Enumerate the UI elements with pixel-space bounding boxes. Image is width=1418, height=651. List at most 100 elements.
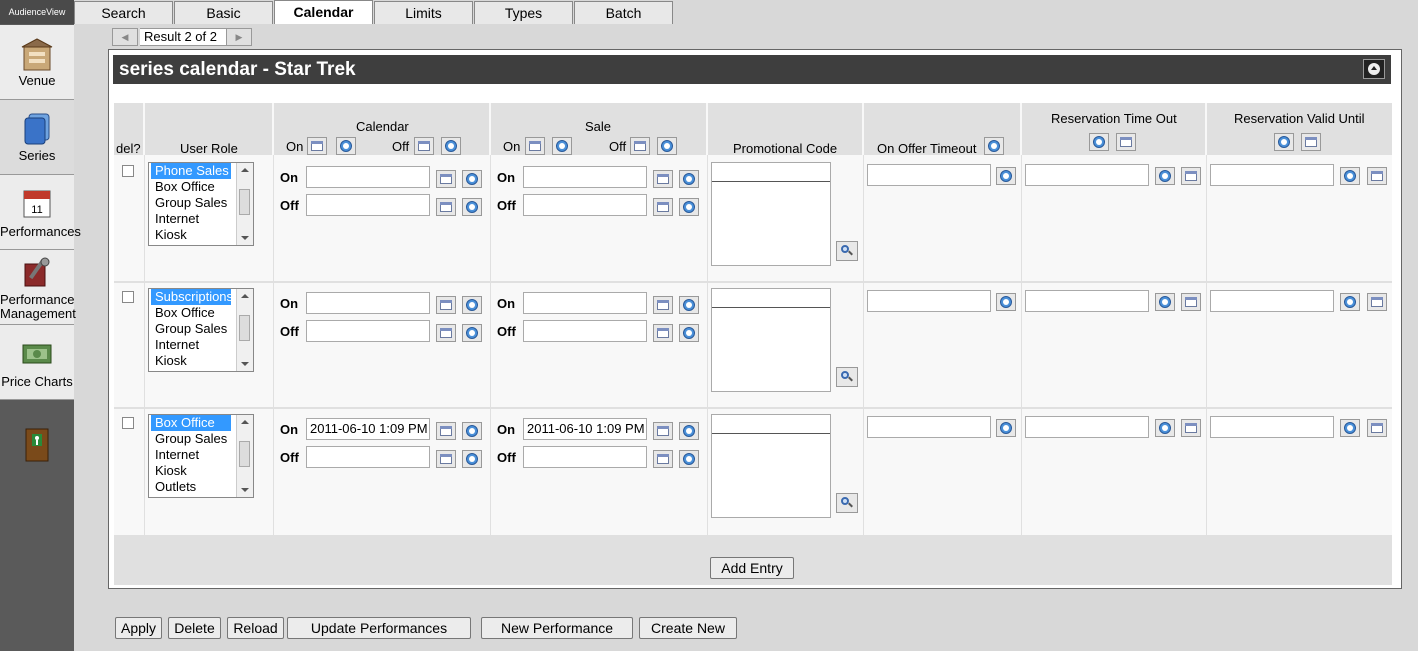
tab-basic[interactable]: Basic	[174, 1, 273, 24]
clock-icon[interactable]	[1340, 167, 1360, 185]
listbox-scrollbar[interactable]	[236, 163, 253, 245]
calendar-on-input[interactable]: 2011-06-10 1:09 PM	[306, 418, 430, 440]
tab-search[interactable]: Search	[74, 1, 173, 24]
calendar-icon[interactable]	[414, 137, 434, 155]
search-icon[interactable]	[836, 241, 858, 261]
clock-icon[interactable]	[996, 293, 1016, 311]
list-item[interactable]: Box Office	[151, 305, 231, 321]
calendar-icon[interactable]	[653, 422, 673, 440]
list-item[interactable]: Box Office	[151, 415, 231, 431]
sale-off-input[interactable]	[523, 194, 647, 216]
list-item[interactable]: Internet	[151, 447, 231, 463]
sidebar-item-venue[interactable]: Venue	[0, 25, 74, 100]
calendar-icon[interactable]	[436, 450, 456, 468]
clock-icon[interactable]	[462, 198, 482, 216]
list-item[interactable]: Group Sales	[151, 321, 231, 337]
calendar-icon[interactable]	[653, 450, 673, 468]
calendar-icon[interactable]	[1181, 293, 1201, 311]
calendar-icon[interactable]	[307, 137, 327, 155]
clock-icon[interactable]	[679, 170, 699, 188]
sidebar-item-performance-management[interactable]: Performance Management	[0, 250, 76, 325]
listbox-scrollbar[interactable]	[236, 415, 253, 497]
clock-icon[interactable]	[1155, 167, 1175, 185]
offer-timeout-input[interactable]	[867, 290, 991, 312]
sale-off-input[interactable]	[523, 320, 647, 342]
clock-icon[interactable]	[1274, 133, 1294, 151]
calendar-on-input[interactable]	[306, 166, 430, 188]
calendar-icon[interactable]	[525, 137, 545, 155]
tab-calendar[interactable]: Calendar	[274, 0, 373, 24]
sale-on-input[interactable]: 2011-06-10 1:09 PM	[523, 418, 647, 440]
clock-icon[interactable]	[679, 324, 699, 342]
promo-code-list[interactable]	[711, 414, 831, 518]
res-valid-input[interactable]	[1210, 164, 1334, 186]
calendar-icon[interactable]	[436, 296, 456, 314]
clock-icon[interactable]	[462, 450, 482, 468]
clock-icon[interactable]	[441, 137, 461, 155]
tab-types[interactable]: Types	[474, 1, 573, 24]
tab-limits[interactable]: Limits	[374, 1, 473, 24]
reload-button[interactable]: Reload	[227, 617, 284, 639]
update-performances-button[interactable]: Update Performances	[287, 617, 471, 639]
user-role-listbox[interactable]: Phone Sales Box Office Group Sales Inter…	[148, 162, 254, 246]
calendar-icon[interactable]	[436, 324, 456, 342]
sidebar-item-performances[interactable]: 11 Performances	[0, 175, 81, 250]
clock-icon[interactable]	[552, 137, 572, 155]
calendar-off-input[interactable]	[306, 446, 430, 468]
user-role-listbox[interactable]: Box Office Group Sales Internet Kiosk Ou…	[148, 414, 254, 498]
clock-icon[interactable]	[679, 296, 699, 314]
search-icon[interactable]	[836, 493, 858, 513]
apply-button[interactable]: Apply	[115, 617, 162, 639]
calendar-icon[interactable]	[1301, 133, 1321, 151]
clock-icon[interactable]	[996, 167, 1016, 185]
clock-icon[interactable]	[984, 137, 1004, 155]
sidebar-item-price-charts[interactable]: Price Charts	[0, 325, 74, 400]
sale-off-input[interactable]	[523, 446, 647, 468]
calendar-icon[interactable]	[653, 296, 673, 314]
collapse-button[interactable]	[1363, 59, 1385, 79]
search-icon[interactable]	[836, 367, 858, 387]
clock-icon[interactable]	[996, 419, 1016, 437]
sale-on-input[interactable]	[523, 292, 647, 314]
calendar-on-input[interactable]	[306, 292, 430, 314]
list-item[interactable]: Phone Sales	[151, 163, 231, 179]
calendar-off-input[interactable]	[306, 194, 430, 216]
calendar-off-input[interactable]	[306, 320, 430, 342]
exit-door-icon[interactable]	[24, 428, 50, 462]
new-performance-button[interactable]: New Performance	[481, 617, 633, 639]
list-item[interactable]: Subscriptions	[151, 289, 233, 305]
clock-icon[interactable]	[462, 422, 482, 440]
calendar-icon[interactable]	[1367, 167, 1387, 185]
offer-timeout-input[interactable]	[867, 164, 991, 186]
clock-icon[interactable]	[1089, 133, 1109, 151]
calendar-icon[interactable]	[653, 198, 673, 216]
list-item[interactable]: Group Sales	[151, 195, 231, 211]
delete-checkbox[interactable]	[122, 417, 134, 429]
offer-timeout-input[interactable]	[867, 416, 991, 438]
promo-code-list[interactable]	[711, 162, 831, 266]
user-role-listbox[interactable]: Subscriptions Box Office Group Sales Int…	[148, 288, 254, 372]
res-timeout-input[interactable]	[1025, 416, 1149, 438]
clock-icon[interactable]	[1155, 293, 1175, 311]
list-item[interactable]: Kiosk	[151, 463, 231, 479]
clock-icon[interactable]	[679, 450, 699, 468]
calendar-icon[interactable]	[1181, 419, 1201, 437]
list-item[interactable]: Kiosk	[151, 227, 231, 243]
list-item[interactable]: Internet	[151, 211, 231, 227]
calendar-icon[interactable]	[436, 198, 456, 216]
sale-on-input[interactable]	[523, 166, 647, 188]
list-item[interactable]: Internet	[151, 337, 231, 353]
list-item[interactable]: Outlets	[151, 479, 231, 495]
delete-button[interactable]: Delete	[168, 617, 221, 639]
create-new-button[interactable]: Create New	[639, 617, 737, 639]
calendar-icon[interactable]	[653, 324, 673, 342]
calendar-icon[interactable]	[1367, 293, 1387, 311]
clock-icon[interactable]	[1340, 419, 1360, 437]
res-timeout-input[interactable]	[1025, 290, 1149, 312]
list-item[interactable]: Box Office	[151, 179, 231, 195]
calendar-icon[interactable]	[1116, 133, 1136, 151]
list-item[interactable]: Kiosk	[151, 353, 231, 369]
res-valid-input[interactable]	[1210, 290, 1334, 312]
calendar-icon[interactable]	[630, 137, 650, 155]
add-entry-button[interactable]: Add Entry	[710, 557, 794, 579]
